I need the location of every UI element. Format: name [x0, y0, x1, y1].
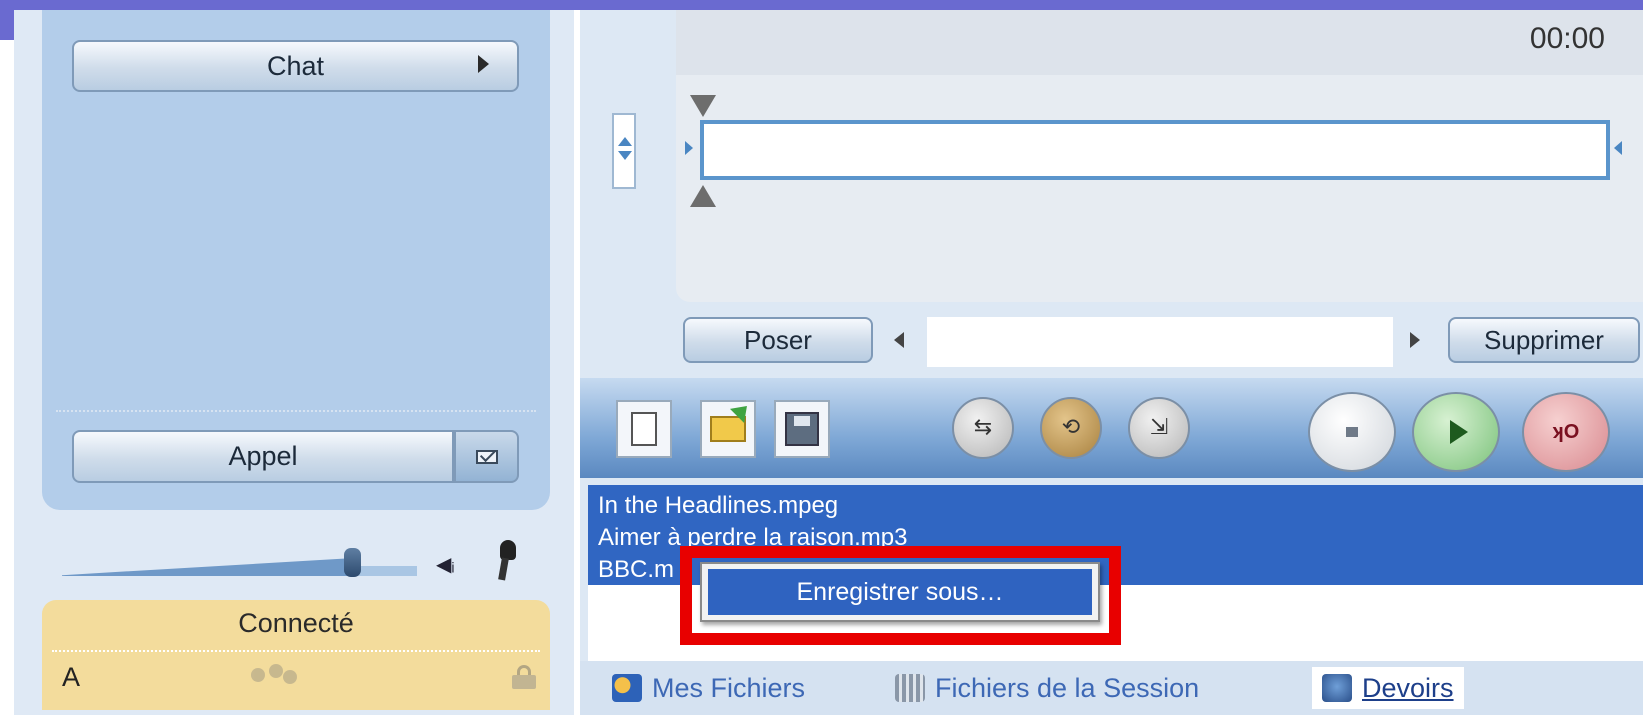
- tab-label: Mes Fichiers: [652, 672, 806, 703]
- tab-mes-fichiers[interactable]: Mes Fichiers: [612, 667, 805, 709]
- panel-separator: [56, 410, 536, 412]
- record-icon: ʞO: [1552, 420, 1580, 443]
- save-disk-icon: [785, 412, 819, 446]
- record-button[interactable]: ʞO: [1522, 392, 1610, 472]
- microphone-icon[interactable]: [494, 540, 520, 582]
- supprimer-button[interactable]: Supprimer: [1448, 317, 1640, 363]
- tab-devoirs[interactable]: Devoirs: [1312, 667, 1464, 709]
- annotation-highlight-box: [680, 546, 1121, 645]
- call-button[interactable]: Appel: [72, 430, 454, 483]
- timeline-header: 00:00: [676, 10, 1643, 75]
- status-separator: [52, 650, 540, 652]
- window-top-border: [0, 0, 1643, 10]
- zoom-control[interactable]: [612, 113, 636, 189]
- supprimer-button-label: Supprimer: [1484, 324, 1604, 355]
- chat-button[interactable]: Chat: [72, 40, 519, 92]
- tab-label: Fichiers de la Session: [935, 672, 1200, 703]
- export-button[interactable]: ⇲: [1128, 397, 1190, 459]
- swap-button[interactable]: ⇆: [952, 397, 1014, 459]
- message-button[interactable]: [454, 430, 519, 483]
- list-item[interactable]: BBC.m: [598, 556, 674, 584]
- play-icon: [1450, 420, 1468, 444]
- envelope-icon: [475, 449, 498, 464]
- status-letter: A: [62, 662, 81, 692]
- poser-button-label: Poser: [744, 324, 812, 355]
- stop-button[interactable]: [1308, 392, 1396, 472]
- microphone-stem: [498, 557, 509, 581]
- poser-button[interactable]: Poser: [683, 317, 873, 363]
- connection-status: Connecté: [238, 608, 354, 638]
- devoirs-icon: [1322, 674, 1352, 702]
- tab-label: Devoirs: [1362, 672, 1454, 703]
- list-item[interactable]: In the Headlines.mpeg: [598, 492, 838, 520]
- new-document-icon: [631, 412, 657, 446]
- play-button[interactable]: [1412, 392, 1500, 472]
- export-icon: ⇲: [1149, 415, 1169, 440]
- track-end-marker[interactable]: [1614, 141, 1622, 155]
- new-file-button[interactable]: [616, 400, 672, 458]
- loop-icon: ⟲: [1061, 415, 1081, 440]
- track-start-marker[interactable]: [685, 141, 693, 155]
- window-left-notch: [0, 10, 14, 40]
- playhead-top-marker[interactable]: [690, 95, 716, 117]
- speaker-icon[interactable]: ◀ᵢ: [436, 554, 462, 576]
- users-folder-icon: [612, 674, 642, 702]
- lock-icon: [512, 665, 536, 689]
- loop-button[interactable]: ⟲: [1040, 397, 1102, 459]
- swap-icon: ⇆: [973, 415, 993, 440]
- volume-slider-thumb[interactable]: [344, 548, 361, 577]
- users-icon: [247, 662, 299, 690]
- call-button-label: Appel: [228, 441, 298, 471]
- next-marker-arrow-icon[interactable]: [1410, 332, 1420, 348]
- previous-marker-arrow-icon[interactable]: [894, 332, 904, 348]
- marker-name-field[interactable]: [927, 317, 1393, 367]
- audio-track[interactable]: [700, 120, 1610, 180]
- status-box: Connecté A: [42, 600, 550, 710]
- save-file-button[interactable]: [774, 400, 830, 458]
- open-file-button[interactable]: [700, 400, 756, 458]
- session-building-icon: [895, 674, 925, 702]
- open-folder-icon: [710, 416, 746, 442]
- time-display: 00:00: [1529, 22, 1605, 55]
- tab-fichiers-session[interactable]: Fichiers de la Session: [895, 667, 1199, 709]
- chat-arrow-icon: [478, 55, 489, 73]
- playhead-bottom-marker[interactable]: [690, 185, 716, 207]
- chat-button-label: Chat: [266, 50, 325, 81]
- stop-icon: [1346, 427, 1358, 437]
